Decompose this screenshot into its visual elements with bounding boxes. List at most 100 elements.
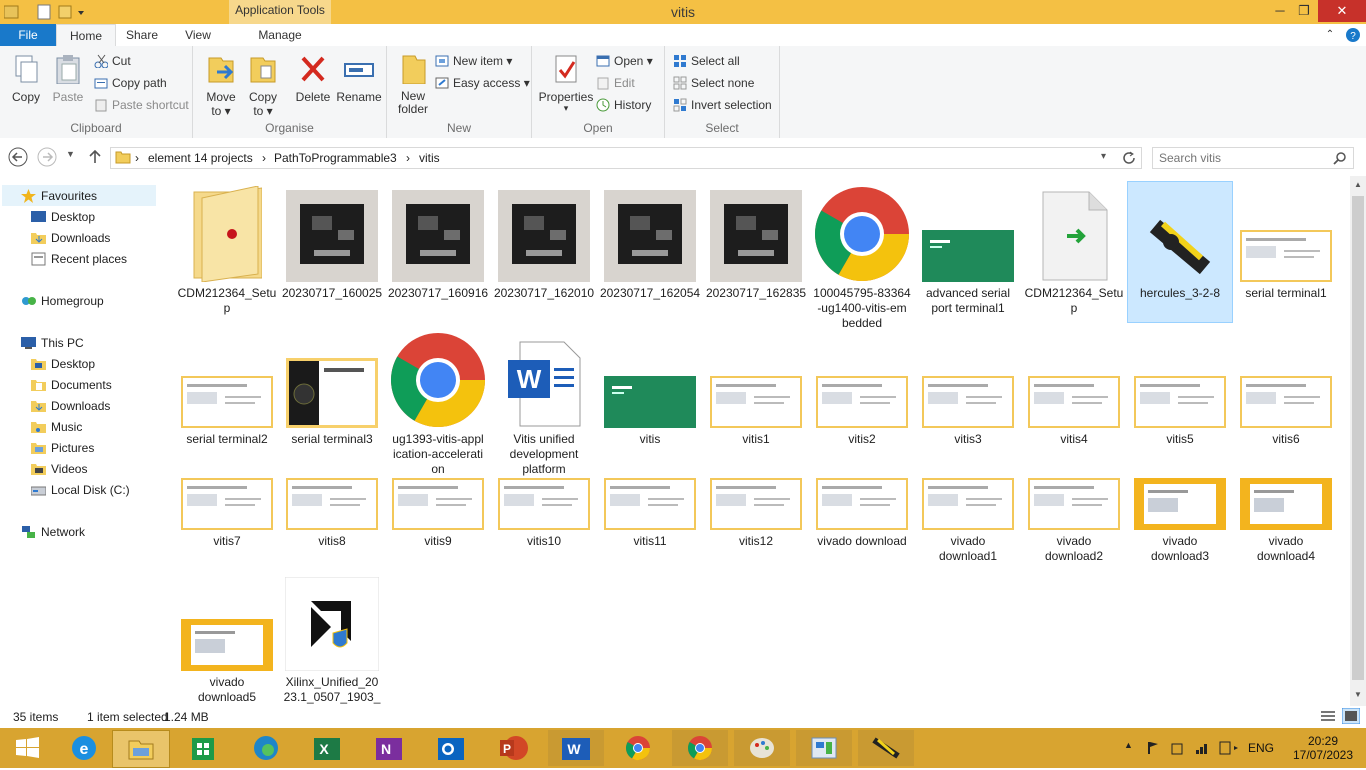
file-item[interactable]: 100045795-83364 -ug1400-vitis-em bedded [810,182,914,330]
file-item[interactable]: CDM212364_Setu p [1022,182,1126,322]
file-item[interactable]: vitis12 [704,474,808,570]
file-item[interactable]: W Vitis unified development platform [492,328,596,476]
onenote-icon[interactable]: N [362,730,418,766]
file-item[interactable]: 20230717_162010 [492,182,596,322]
search-icon[interactable] [1333,151,1347,165]
store-icon[interactable] [176,730,232,766]
invert-selection-button[interactable]: Invert selection [673,96,772,114]
easy-access-button[interactable]: Easy access ▾ [435,74,530,92]
edit-button[interactable]: Edit [596,74,635,92]
file-item[interactable]: vivado download1 [916,474,1020,570]
nav-homegroup[interactable]: Homegroup [22,291,104,311]
control-panel-taskbar-button[interactable] [796,730,852,766]
address-history-chevron-icon[interactable]: ▾ [1101,151,1106,162]
rename-button[interactable]: Rename [335,52,383,104]
large-icons-view-icon[interactable] [1342,708,1360,724]
file-item[interactable]: ug1393-vitis-appl ication-accelerati on [386,328,490,476]
file-item[interactable]: hercules_3-2-8 [1127,181,1233,323]
ribbon-collapse-icon[interactable]: ⌃ [1322,24,1338,46]
excel-icon[interactable]: X [300,730,356,766]
file-item[interactable]: Xilinx_Unified_2023.1_0507_1903_Win64 [280,571,384,719]
nav-pc-local-disk[interactable]: Local Disk (C:) [31,480,130,500]
show-hidden-icons-chevron-icon[interactable]: ▲ [1124,740,1133,750]
file-item[interactable]: serial terminal2 [175,328,279,468]
copy-path-button[interactable]: Copy path [94,74,167,92]
file-item[interactable]: 20230717_160025 [280,182,384,322]
quick-access-toolbar[interactable] [4,4,84,20]
file-item[interactable]: vitis1 [704,328,808,468]
file-item[interactable]: serial terminal3 [280,328,384,468]
paint-taskbar-button[interactable] [734,730,790,766]
file-item[interactable]: vitis [598,328,702,468]
file-item[interactable]: 20230717_162054 [598,182,702,322]
file-item[interactable]: vivado download3 [1128,474,1232,570]
scrollbar-thumb[interactable] [1352,196,1364,680]
file-item[interactable]: 20230717_160916 [386,182,490,322]
tab-manage[interactable]: Manage [250,24,310,46]
word-taskbar-button[interactable]: W [548,730,604,766]
address-bar[interactable]: › element 14 projects › PathToProgrammab… [110,147,1142,169]
chrome-taskbar-button[interactable] [672,730,728,766]
chrome-icon[interactable] [610,730,666,766]
file-explorer-taskbar-button[interactable] [112,730,170,768]
nav-pc-pictures[interactable]: Pictures [31,438,94,458]
file-item[interactable]: vitis11 [598,474,702,570]
details-view-icon[interactable] [1320,709,1336,723]
file-item[interactable]: vitis10 [492,474,596,570]
file-item[interactable]: serial terminal1 [1234,182,1338,322]
hercules-taskbar-button[interactable] [858,730,914,766]
edge-browser-icon[interactable] [238,730,294,766]
properties-button[interactable]: Properties ▾ [536,52,596,113]
nav-pc-desktop[interactable]: Desktop [31,354,95,374]
nav-this-pc[interactable]: This PC [21,333,84,353]
copy-to-button[interactable]: Copy to ▾ [243,52,283,118]
scroll-up-icon[interactable]: ▲ [1354,180,1362,189]
search-box[interactable] [1152,147,1354,169]
nav-pc-videos[interactable]: Videos [31,459,87,479]
cut-button[interactable]: Cut [94,52,131,70]
file-item[interactable]: 20230717_162835 [704,182,808,322]
tab-file[interactable]: File [0,24,56,46]
file-item[interactable]: vitis6 [1234,328,1338,468]
select-none-button[interactable]: Select none [673,74,754,92]
system-tray-icons[interactable] [1144,738,1244,758]
file-item[interactable]: advanced serial port terminal1 [916,182,1020,322]
history-button[interactable]: History [596,96,651,114]
file-item[interactable]: vitis9 [386,474,490,570]
search-input[interactable] [1157,149,1327,167]
up-arrow-icon[interactable] [86,147,104,165]
file-item[interactable]: vitis8 [280,474,384,570]
paste-button[interactable]: Paste [48,52,88,104]
forward-arrow-icon[interactable] [37,147,59,167]
clock[interactable]: 20:29 17/07/2023 [1283,734,1363,762]
file-item[interactable]: CDM212364_Setu p [175,182,279,322]
move-to-button[interactable]: Move to ▾ [201,52,241,118]
back-arrow-icon[interactable] [8,147,30,167]
close-button[interactable]: ✕ [1318,0,1366,22]
tab-home[interactable]: Home [56,24,116,47]
file-item[interactable]: vivado download [810,474,914,570]
help-icon[interactable]: ? [1344,24,1362,46]
select-all-button[interactable]: Select all [673,52,740,70]
nav-network[interactable]: Network [22,522,85,542]
file-item[interactable]: vivado download5 [175,571,279,704]
new-folder-button[interactable]: New folder [391,52,435,116]
file-item[interactable]: vivado download4 [1234,474,1338,570]
nav-pc-documents[interactable]: Documents [31,375,112,395]
file-item[interactable]: vitis5 [1128,328,1232,468]
copy-button[interactable]: Copy [6,52,46,104]
nav-fav-desktop[interactable]: Desktop [31,207,95,227]
file-item[interactable]: vitis4 [1022,328,1126,468]
file-item[interactable]: vivado download2 [1022,474,1126,570]
internet-explorer-icon[interactable]: e [56,730,112,766]
new-item-button[interactable]: New item ▾ [435,52,512,70]
tab-view[interactable]: View [174,24,222,46]
outlook-icon[interactable] [424,730,480,766]
tab-share[interactable]: Share [118,24,166,46]
maximize-button[interactable]: ❐ [1292,0,1316,22]
recent-locations-chevron-icon[interactable]: ▼ [66,149,75,159]
delete-button[interactable]: Delete [291,52,335,104]
vertical-scrollbar[interactable]: ▲ ▼ [1350,176,1366,706]
windows-start-icon[interactable] [0,730,56,766]
open-button[interactable]: Open ▾ [596,52,653,70]
